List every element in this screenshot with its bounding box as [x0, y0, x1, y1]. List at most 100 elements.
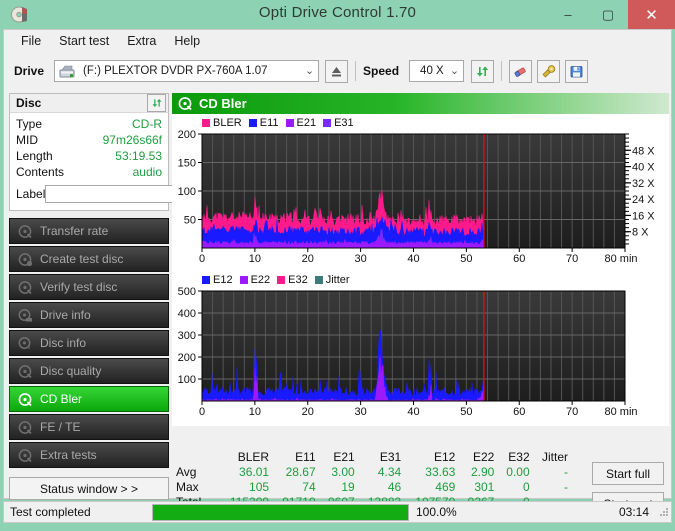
- legend-swatch: [240, 276, 248, 284]
- legend-entry-e22: E22: [240, 274, 271, 286]
- stats-cell: 4.34: [359, 465, 406, 480]
- tick-label-y: 400: [178, 308, 196, 320]
- chart-top-legend: BLER E11 E21 E31: [202, 117, 357, 129]
- table-row: Avg 36.01 28.67 3.00 4.34 33.63 2.90 0.0…: [172, 465, 572, 480]
- toolbar: Drive (F:) PLEXTOR DVDR PX-760A 1.07 ⌄: [4, 53, 671, 89]
- application-window: Opti Drive Control 1.70 – ▢ ✕ File Start…: [0, 0, 675, 531]
- stats-col-e12: E12: [405, 450, 459, 465]
- sidebar-item-extra-tests[interactable]: Extra tests: [9, 442, 169, 468]
- disc-label-key: Label: [16, 187, 45, 201]
- sidebar-item-label: Disc quality: [40, 364, 101, 378]
- disc-row-mid: MID 97m26s66f: [16, 132, 162, 148]
- drive-select-value: (F:) PLEXTOR DVDR PX-760A 1.07: [79, 65, 268, 77]
- sidebar-item-create-test-disc[interactable]: Create test disc: [9, 246, 169, 272]
- panel-header: CD Bler: [172, 93, 669, 114]
- status-bar: Test completed 100.0% 03:14: [3, 501, 672, 523]
- tick-label-x: 10: [249, 253, 261, 265]
- legend-swatch: [249, 119, 257, 127]
- eject-button[interactable]: [325, 60, 348, 83]
- sidebar-nav: Transfer rate Create test disc Verify te…: [9, 218, 169, 468]
- stats-cell: -: [534, 465, 572, 480]
- stats-col-e31: E31: [359, 450, 406, 465]
- disc-panel-body: Type CD-R MID 97m26s66f Length 53:19.53 …: [9, 112, 169, 211]
- tick-label-x: 30: [355, 253, 367, 265]
- tick-label-y: 300: [178, 330, 196, 342]
- sidebar-item-label: Transfer rate: [40, 224, 108, 238]
- stats-cell: 33.63: [405, 465, 459, 480]
- chart-bottom-legend: E12E22E32Jitter: [202, 274, 353, 286]
- disc-refresh-button[interactable]: [147, 94, 166, 112]
- sidebar-item-transfer-rate[interactable]: Transfer rate: [9, 218, 169, 244]
- menu-item-start-test[interactable]: Start test: [50, 32, 118, 50]
- disc-row-value: 97m26s66f: [103, 132, 162, 148]
- disc-bler-icon: [178, 96, 193, 111]
- legend-label: BLER: [213, 117, 242, 129]
- settings-button[interactable]: [537, 60, 560, 83]
- disc-row-key: Length: [16, 148, 53, 164]
- tick-label-y2: 16 X: [632, 210, 655, 222]
- menu-item-help[interactable]: Help: [165, 32, 209, 50]
- cd-bler-chart-top[interactable]: 5010015020001020304050607080 min8 X16 X2…: [172, 116, 669, 268]
- minimize-button[interactable]: –: [548, 0, 588, 29]
- start-full-button[interactable]: Start full: [592, 462, 664, 485]
- progress-bar-fill: [153, 505, 408, 520]
- stats-cell: 46: [359, 480, 406, 495]
- legend-swatch: [277, 276, 285, 284]
- chart-bottom-wrap: E12E22E32Jitter 100200300400500010203040…: [172, 273, 669, 426]
- stats-cell: 0: [498, 480, 533, 495]
- menu-item-file[interactable]: File: [12, 32, 50, 50]
- disc-panel-header: Disc: [9, 93, 169, 112]
- stats-row-label: Max: [172, 480, 220, 495]
- stats-cell: 2.90: [459, 465, 498, 480]
- disc-row-key: Type: [16, 116, 42, 132]
- stats-corner: [172, 450, 220, 465]
- cd-bler-chart-bottom[interactable]: 10020030040050001020304050607080 min: [172, 273, 669, 421]
- stats-col-jitter: Jitter: [534, 450, 572, 465]
- disc-row-key: MID: [16, 132, 38, 148]
- sidebar-item-disc-quality[interactable]: Disc quality: [9, 358, 169, 384]
- disc-drive-icon: [18, 308, 33, 323]
- sidebar-item-verify-test-disc[interactable]: Verify test disc: [9, 274, 169, 300]
- legend-entry-e21: E21: [286, 117, 317, 129]
- disc-bler-icon: [18, 392, 33, 407]
- sidebar-item-label: FE / TE: [40, 420, 80, 434]
- tick-label-x: 80 min: [604, 253, 637, 265]
- stats-cell: 74: [273, 480, 320, 495]
- legend-swatch: [323, 119, 331, 127]
- legend-entry-e11: E11: [249, 117, 279, 129]
- legend-label: E12: [213, 274, 233, 286]
- sidebar-item-disc-info[interactable]: i Disc info: [9, 330, 169, 356]
- resize-grip-icon[interactable]: [657, 506, 671, 518]
- tick-label-x: 50: [460, 253, 472, 265]
- sidebar-item-cd-bler[interactable]: CD Bler: [9, 386, 169, 412]
- speed-select[interactable]: 40 X ⌄: [409, 60, 464, 82]
- left-column: Disc Type CD-R MID 97m26s66f: [9, 93, 169, 500]
- save-button[interactable]: [565, 60, 588, 83]
- tick-label-y: 150: [178, 158, 196, 170]
- stats-col-e21: E21: [320, 450, 359, 465]
- disc-test-icon: [18, 224, 33, 239]
- sidebar-item-fe-te[interactable]: FE / TE: [9, 414, 169, 440]
- chevron-down-icon: ⌄: [305, 64, 314, 77]
- drive-icon: [59, 64, 75, 80]
- stats-cell: 0.00: [498, 465, 533, 480]
- table-row: Max 105 74 19 46 469 301 0 -: [172, 480, 572, 495]
- maximize-button[interactable]: ▢: [588, 0, 628, 29]
- drive-select[interactable]: (F:) PLEXTOR DVDR PX-760A 1.07 ⌄: [54, 60, 319, 82]
- erase-button[interactable]: [509, 60, 532, 83]
- refresh-button[interactable]: [471, 60, 494, 83]
- disc-row-value: CD-R: [132, 116, 162, 132]
- disc-row-value: 53:19.53: [115, 148, 162, 164]
- chevron-down-icon: ⌄: [450, 64, 459, 77]
- status-window-button[interactable]: Status window > >: [9, 477, 169, 500]
- toolbar-separator-2: [501, 61, 502, 81]
- sidebar-item-drive-info[interactable]: Drive info: [9, 302, 169, 328]
- menu-item-extra[interactable]: Extra: [118, 32, 165, 50]
- disc-row-key: Contents: [16, 164, 64, 180]
- refresh-icon: [475, 64, 490, 79]
- tick-label-y: 100: [178, 186, 196, 198]
- legend-label: E21: [297, 117, 317, 129]
- close-button[interactable]: ✕: [628, 0, 675, 29]
- legend-label: E31: [334, 117, 354, 129]
- tick-label-y: 200: [178, 352, 196, 364]
